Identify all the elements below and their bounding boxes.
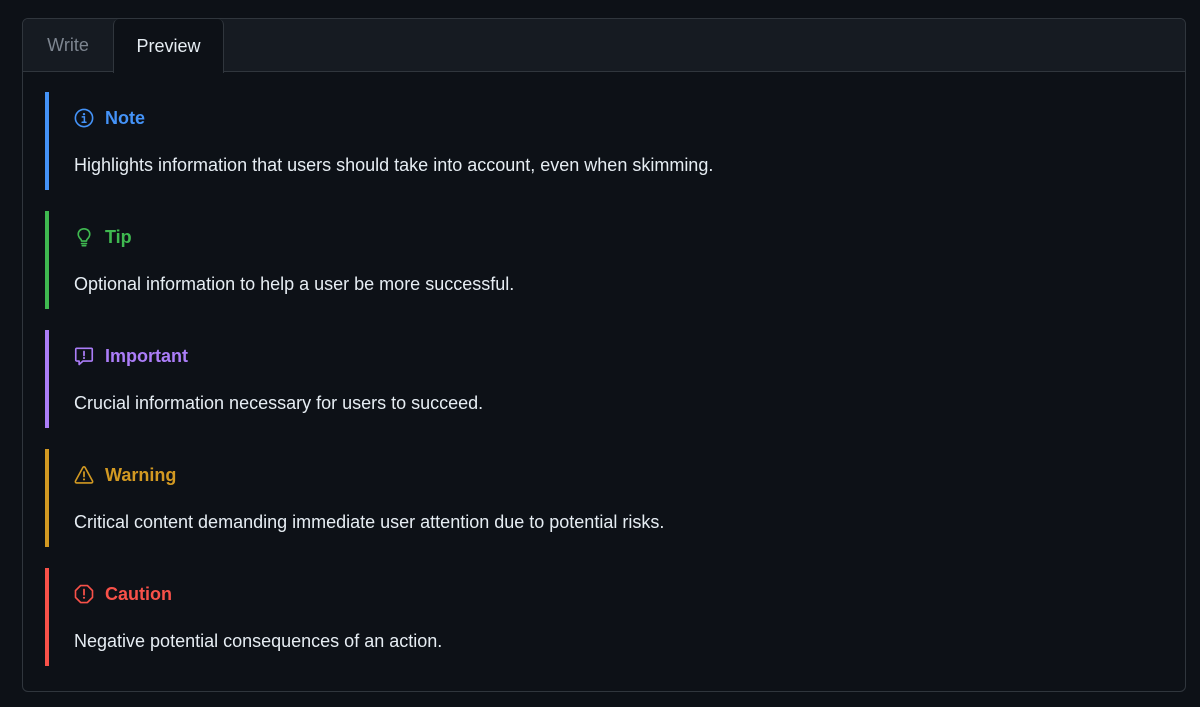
comment-editor: Write Preview Note Highlights informatio… — [22, 18, 1186, 692]
report-icon — [74, 347, 94, 366]
alert-title: Caution — [74, 582, 172, 606]
alert-body: Crucial information necessary for users … — [74, 393, 484, 413]
alert-title-text: Caution — [105, 583, 172, 604]
alert-body: Negative potential consequences of an ac… — [74, 631, 443, 651]
alert-icon — [74, 466, 94, 484]
alert-title: Tip — [74, 225, 132, 249]
alert-title-text: Note — [105, 107, 145, 128]
page: Write Preview Note Highlights informatio… — [0, 0, 1200, 707]
tab-write[interactable]: Write — [23, 19, 113, 72]
stop-icon — [74, 584, 94, 604]
info-icon — [74, 108, 94, 128]
alert-note: Note Highlights information that users s… — [45, 92, 1145, 190]
tab-preview[interactable]: Preview — [113, 19, 224, 73]
alert-body: Optional information to help a user be m… — [74, 274, 515, 294]
alert-warning: Warning Critical content demanding immed… — [45, 449, 1145, 547]
alert-body: Critical content demanding immediate use… — [74, 512, 665, 532]
light-bulb-icon — [77, 227, 91, 247]
alert-body: Highlights information that users should… — [74, 155, 714, 175]
alert-title: Warning — [74, 463, 176, 487]
alert-title: Important — [74, 344, 188, 368]
alert-title-text: Important — [105, 345, 188, 366]
alert-title-text: Tip — [105, 226, 132, 247]
alert-important: Important Crucial information necessary … — [45, 330, 1145, 428]
alert-tip: Tip Optional information to help a user … — [45, 211, 1145, 309]
alert-caution: Caution Negative potential consequences … — [45, 568, 1145, 666]
alert-title: Note — [74, 106, 145, 130]
editor-tabbar: Write Preview — [23, 19, 1185, 73]
alert-title-text: Warning — [105, 464, 177, 485]
